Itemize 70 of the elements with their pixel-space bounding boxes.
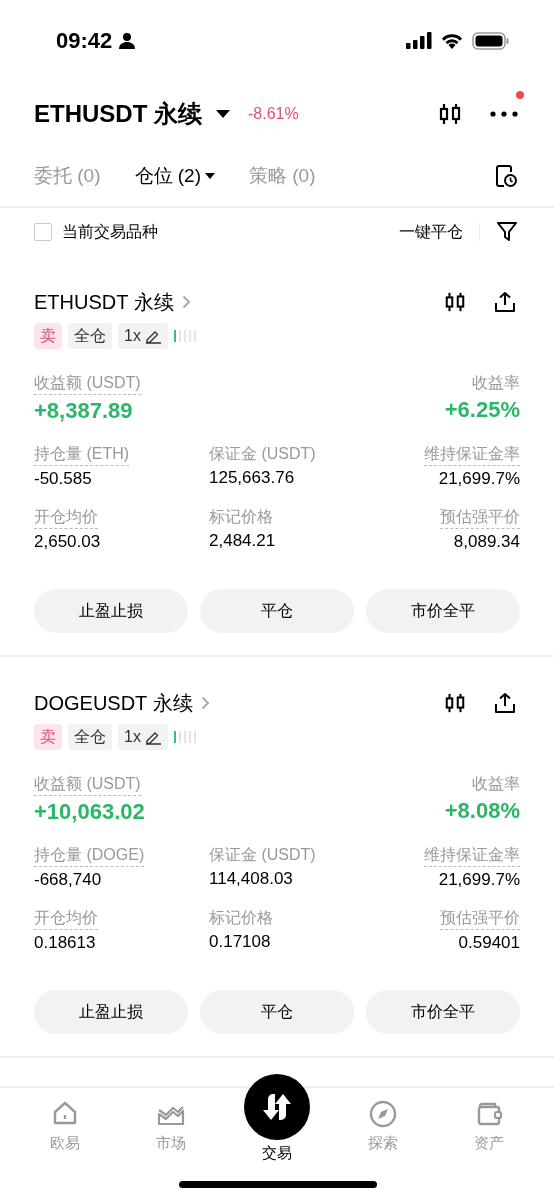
wifi-icon	[440, 32, 464, 50]
battery-icon	[472, 32, 510, 50]
action-button[interactable]: 市价全平	[366, 589, 520, 633]
person-icon	[118, 32, 137, 50]
field-label: 持仓量 (ETH)	[34, 443, 130, 466]
action-button[interactable]: 平仓	[200, 990, 354, 1034]
field-value: -668,740	[34, 869, 102, 891]
symbol-title[interactable]: ETHUSDT 永续	[34, 98, 202, 130]
field-label: 开仓均价	[34, 506, 98, 529]
dropdown-icon[interactable]	[216, 109, 230, 119]
compass-icon	[369, 1100, 397, 1128]
rate-label: 收益率	[472, 774, 520, 794]
candlestick-icon[interactable]	[444, 291, 466, 313]
field-label: 维持保证金率	[424, 844, 520, 867]
close-all-button[interactable]: 一键平仓	[399, 221, 463, 243]
leverage-button[interactable]: 1x	[118, 724, 168, 750]
field-value: 21,699.7%	[438, 468, 520, 490]
wallet-icon	[475, 1100, 503, 1128]
field-label: 标记价格	[209, 507, 273, 527]
pnl-label: 收益额 (USDT)	[34, 372, 141, 395]
candlestick-icon[interactable]	[444, 692, 466, 714]
pnl-value: +10,063.02	[34, 798, 145, 826]
filter-icon[interactable]	[496, 221, 518, 243]
field-value: 114,408.03	[209, 868, 293, 890]
share-icon[interactable]	[494, 692, 516, 714]
field-value: 125,663.76	[209, 467, 295, 489]
field-label: 维持保证金率	[424, 443, 520, 466]
leverage-button[interactable]: 1x	[118, 323, 168, 349]
action-button[interactable]: 止盈止损	[34, 990, 188, 1034]
field-label: 保证金 (USDT)	[209, 845, 316, 865]
history-icon[interactable]	[494, 164, 518, 188]
checkbox-label: 当前交易品种	[62, 221, 158, 242]
field-value: 0.17108	[209, 931, 271, 953]
field-label: 标记价格	[209, 908, 273, 928]
pnl-label: 收益额 (USDT)	[34, 773, 141, 796]
side-tag: 卖	[34, 724, 62, 750]
candlestick-icon[interactable]	[438, 102, 462, 126]
field-value: 2,484.21	[209, 530, 276, 552]
field-value: 2,650.03	[34, 531, 101, 553]
field-label: 预估强平价	[440, 907, 520, 930]
margin-mode-tag: 全仓	[68, 724, 112, 750]
field-value: 21,699.7%	[438, 869, 520, 891]
position-symbol[interactable]: ETHUSDT 永续	[34, 288, 174, 316]
rate-value: +8.08%	[444, 797, 520, 825]
caret-icon	[205, 172, 215, 180]
action-button[interactable]: 平仓	[200, 589, 354, 633]
checkbox[interactable]	[34, 223, 52, 241]
status-time: 09:42	[56, 28, 113, 54]
signal-icon	[406, 32, 432, 50]
field-value: 0.59401	[458, 932, 520, 954]
margin-mode-tag: 全仓	[68, 323, 112, 349]
action-button[interactable]: 止盈止损	[34, 589, 188, 633]
side-tag: 卖	[34, 323, 62, 349]
field-value: 8,089.34	[453, 531, 520, 553]
share-icon[interactable]	[494, 291, 516, 313]
nav-item[interactable]: 交易	[237, 1144, 317, 1163]
field-value: 0.18613	[34, 932, 96, 954]
field-label: 保证金 (USDT)	[209, 444, 316, 464]
rate-label: 收益率	[472, 373, 520, 393]
position-symbol[interactable]: DOGEUSDT 永续	[34, 689, 193, 717]
rate-value: +6.25%	[444, 396, 520, 424]
field-value: -50.585	[34, 468, 92, 490]
action-button[interactable]: 市价全平	[366, 990, 520, 1034]
tab[interactable]: 仓位 (2)	[134, 163, 215, 189]
field-label: 预估强平价	[440, 506, 520, 529]
field-label: 持仓量 (DOGE)	[34, 844, 145, 867]
pnl-value: +8,387.89	[34, 397, 133, 425]
price-change: -8.61%	[248, 105, 299, 123]
field-label: 开仓均价	[34, 907, 98, 930]
more-icon[interactable]	[490, 111, 518, 117]
